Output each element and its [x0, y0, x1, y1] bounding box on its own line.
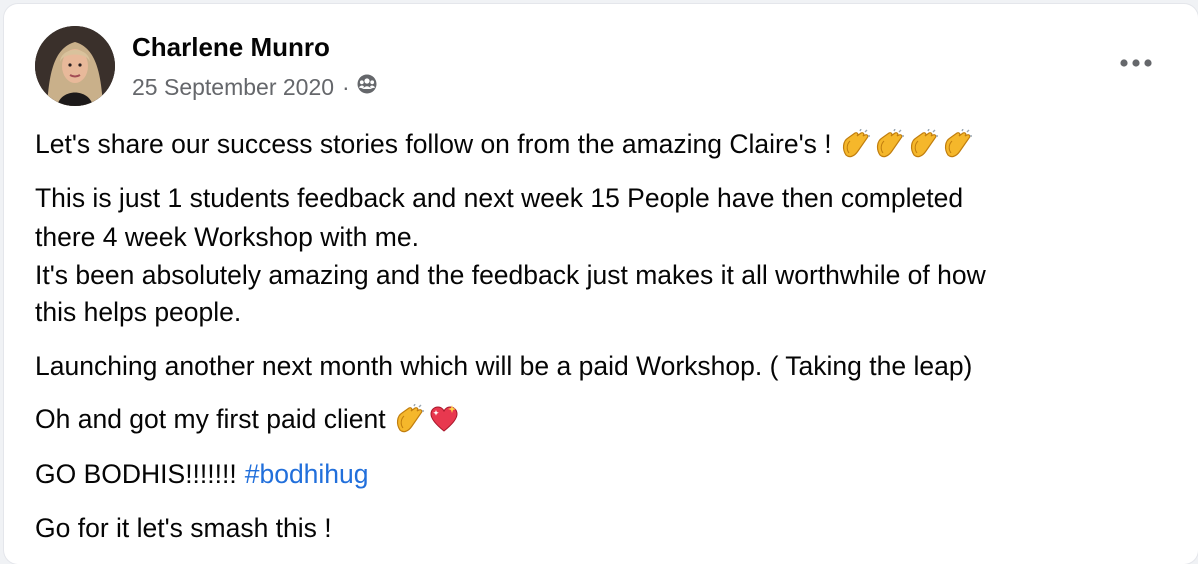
sparkling-heart-emoji — [430, 405, 458, 432]
post-text-line-5: this helps people. — [35, 293, 241, 331]
post-text: Go for it let's smash this ! — [35, 513, 332, 543]
more-options-icon[interactable] — [1114, 48, 1158, 78]
post-text-line-4: It's been absolutely amazing and the fee… — [35, 256, 986, 294]
post-card: Charlene Munro 25 September 2020 · Let's… — [4, 4, 1198, 564]
post-text: Launching another next month which will … — [35, 351, 973, 381]
emoji-group — [838, 129, 974, 159]
post-text-line-2: This is just 1 students feedback and nex… — [35, 179, 963, 217]
post-text-line-8: GO BODHIS!!!!!!! #bodhihug — [35, 455, 369, 493]
post-meta: 25 September 2020 · — [132, 72, 378, 102]
post-text: This is just 1 students feedback and nex… — [35, 183, 964, 213]
post-text: Let's share our success stories follow o… — [35, 129, 832, 159]
clapping-hands-emoji — [910, 129, 938, 158]
clapping-hands-emoji — [944, 129, 972, 158]
group-icon[interactable] — [356, 73, 378, 101]
post-text-line-9: Go for it let's smash this ! — [35, 509, 332, 547]
avatar[interactable] — [35, 26, 115, 106]
post-text-line-7: Oh and got my first paid client — [35, 400, 460, 438]
hashtag-link[interactable]: #bodhihug — [245, 455, 369, 493]
post-text: this helps people. — [35, 297, 242, 327]
emoji-group — [392, 404, 460, 434]
clapping-hands-emoji — [842, 129, 870, 158]
post-text-line-6: Launching another next month which will … — [35, 347, 972, 385]
post-text: there 4 week Workshop with me. — [35, 222, 419, 252]
post-text-line-3: there 4 week Workshop with me. — [35, 218, 419, 256]
author-name[interactable]: Charlene Munro — [132, 32, 330, 63]
clapping-hands-emoji — [396, 404, 424, 433]
avatar-photo — [35, 26, 115, 106]
post-text: GO BODHIS!!!!!!! — [35, 459, 237, 489]
meta-separator: · — [342, 73, 350, 100]
post-date[interactable]: 25 September 2020 — [132, 74, 334, 101]
post-text: It's been absolutely amazing and the fee… — [35, 260, 986, 290]
post-text: Oh and got my first paid client — [35, 404, 386, 434]
clapping-hands-emoji — [876, 129, 904, 158]
post-text-line-1: Let's share our success stories follow o… — [35, 125, 974, 163]
